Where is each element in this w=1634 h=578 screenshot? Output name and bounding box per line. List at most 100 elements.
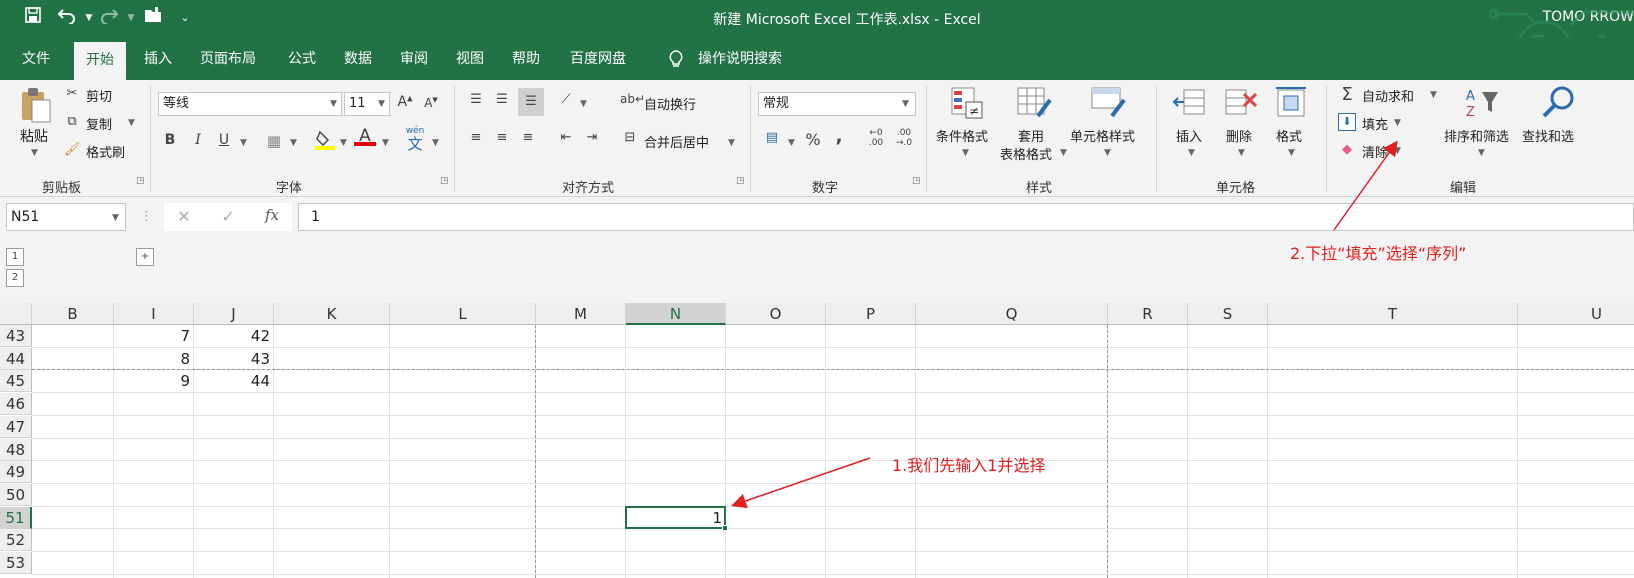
row-header-53[interactable]: 53 xyxy=(0,552,32,574)
fill-dropdown-icon[interactable]: ▼ xyxy=(1394,118,1401,128)
confirm-entry-icon[interactable]: ✓ xyxy=(218,207,238,226)
formula-input[interactable]: 1 xyxy=(298,203,1634,231)
cancel-entry-icon[interactable]: ✕ xyxy=(174,207,194,226)
accounting-format-icon[interactable]: ▤ xyxy=(762,130,782,145)
delete-cells-button[interactable]: 删除 xyxy=(1226,126,1252,145)
cell-j44[interactable]: 43 xyxy=(194,348,274,370)
orientation-dropdown-icon[interactable]: ▼ xyxy=(580,99,587,109)
column-header-u[interactable]: U xyxy=(1518,303,1634,325)
cell-i45[interactable]: 9 xyxy=(114,370,194,392)
fill-handle[interactable] xyxy=(722,525,728,532)
column-header-i[interactable]: I xyxy=(114,303,194,325)
format-cells-button[interactable]: 格式 xyxy=(1276,126,1302,145)
paste-icon[interactable] xyxy=(18,86,54,126)
font-name-dropdown-icon[interactable]: ▼ xyxy=(330,99,337,109)
cell-styles-dropdown-icon[interactable]: ▼ xyxy=(1104,148,1111,158)
autosum-button[interactable]: 自动求和 xyxy=(1362,86,1414,105)
tab-help[interactable]: 帮助 xyxy=(508,38,544,80)
formula-bar-grip-icon[interactable]: ⋮ xyxy=(140,209,153,224)
autosum-dropdown-icon[interactable]: ▼ xyxy=(1430,90,1437,100)
phonetic-dropdown-icon[interactable]: ▼ xyxy=(432,138,439,148)
outline-level-1[interactable]: 1 xyxy=(6,248,24,266)
find-select-icon[interactable] xyxy=(1540,84,1576,124)
insert-cells-button[interactable]: 插入 xyxy=(1176,126,1202,145)
eraser-icon[interactable]: ◆ xyxy=(1338,142,1356,157)
format-as-table-line2[interactable]: 表格格式 xyxy=(1000,144,1052,163)
cell-i43[interactable]: 7 xyxy=(114,325,194,347)
align-left-icon[interactable]: ≡ xyxy=(466,130,486,145)
format-cells-dropdown-icon[interactable]: ▼ xyxy=(1288,148,1295,158)
increase-decimal-icon[interactable]: ←0 .00 xyxy=(862,128,890,148)
font-size-dropdown-icon[interactable]: ▼ xyxy=(378,99,385,109)
phonetic-icon[interactable]: wén 文 xyxy=(402,126,428,152)
align-bottom-icon[interactable]: ☰ xyxy=(518,88,544,116)
cut-button[interactable]: 剪切 xyxy=(86,86,112,105)
tab-formulas[interactable]: 公式 xyxy=(284,38,320,80)
merge-center-button[interactable]: 合并后居中 xyxy=(644,132,709,151)
column-header-t[interactable]: T xyxy=(1268,303,1518,325)
insert-cells-icon[interactable] xyxy=(1172,86,1206,124)
align-top-icon[interactable]: ☰ xyxy=(466,92,486,107)
column-header-b[interactable]: B xyxy=(32,303,114,325)
merge-dropdown-icon[interactable]: ▼ xyxy=(728,138,735,148)
delete-cells-icon[interactable] xyxy=(1224,86,1258,124)
increase-indent-icon[interactable]: ⇥ xyxy=(582,130,602,145)
tab-page-layout[interactable]: 页面布局 xyxy=(196,38,260,80)
cell-styles-icon[interactable] xyxy=(1090,86,1126,124)
paste-dropdown-icon[interactable]: ▼ xyxy=(31,148,38,158)
underline-button[interactable]: U xyxy=(216,132,232,148)
tab-data[interactable]: 数据 xyxy=(340,38,376,80)
sort-filter-button[interactable]: 排序和筛选 xyxy=(1444,126,1509,145)
decrease-indent-icon[interactable]: ⇤ xyxy=(556,130,576,145)
underline-dropdown-icon[interactable]: ▼ xyxy=(240,138,247,148)
cut-icon[interactable]: ✂ xyxy=(64,86,80,101)
sort-filter-icon[interactable]: AZ xyxy=(1462,86,1502,124)
conditional-format-dropdown-icon[interactable]: ▼ xyxy=(962,148,969,158)
outline-expand-button[interactable]: + xyxy=(136,248,154,266)
clear-dropdown-icon[interactable]: ▼ xyxy=(1394,146,1401,156)
font-name-select[interactable]: 等线 xyxy=(158,92,342,116)
fill-down-icon[interactable]: ⬇ xyxy=(1338,113,1356,131)
align-right-icon[interactable]: ≡ xyxy=(518,130,538,145)
row-header-49[interactable]: 49 xyxy=(0,461,32,484)
lightbulb-icon[interactable] xyxy=(664,38,688,80)
row-header-46[interactable]: 46 xyxy=(0,393,32,416)
font-color-dropdown-icon[interactable]: ▼ xyxy=(382,138,389,148)
column-header-q[interactable]: Q xyxy=(916,303,1108,325)
worksheet-grid[interactable]: B I J K L M N O P Q R S T U 43 44 45 46 47 48 49 50 51 52 53 7 42 8… xyxy=(0,303,1634,578)
merge-center-icon[interactable]: ⊟ xyxy=(620,130,640,145)
clear-button[interactable]: 清除 xyxy=(1362,142,1388,161)
column-header-p[interactable]: P xyxy=(826,303,916,325)
conditional-format-icon[interactable]: ≠ xyxy=(950,86,984,124)
row-header-47[interactable]: 47 xyxy=(0,415,32,438)
cell-j45[interactable]: 44 xyxy=(194,370,274,392)
conditional-format-button[interactable]: 条件格式 xyxy=(936,126,988,145)
tab-home[interactable]: 开始 xyxy=(74,42,126,80)
tab-file[interactable]: 文件 xyxy=(18,38,54,80)
format-as-table-dropdown-icon[interactable]: ▼ xyxy=(1060,148,1067,158)
row-header-51[interactable]: 51 xyxy=(0,506,32,529)
column-header-o[interactable]: O xyxy=(726,303,826,325)
fill-color-icon[interactable] xyxy=(314,128,336,154)
autosum-icon[interactable]: Σ xyxy=(1338,84,1356,105)
find-select-button[interactable]: 查找和选 xyxy=(1522,126,1574,145)
sort-filter-dropdown-icon[interactable]: ▼ xyxy=(1478,148,1485,158)
increase-font-icon[interactable]: A▲ xyxy=(396,94,414,110)
row-header-44[interactable]: 44 xyxy=(0,347,32,370)
tab-baidu-netdisk[interactable]: 百度网盘 xyxy=(566,38,630,80)
row-header-43[interactable]: 43 xyxy=(0,325,32,347)
name-box-dropdown-icon[interactable]: ▼ xyxy=(112,213,119,223)
column-header-n[interactable]: N xyxy=(626,303,726,325)
format-painter-icon[interactable]: 🖌 xyxy=(64,142,81,157)
format-as-table-icon[interactable] xyxy=(1016,86,1052,124)
wrap-text-button[interactable]: 自动换行 xyxy=(644,94,696,113)
clipboard-launcher-icon[interactable]: ◳ xyxy=(136,176,145,186)
delete-cells-dropdown-icon[interactable]: ▼ xyxy=(1238,148,1245,158)
name-box[interactable]: N51 xyxy=(6,203,126,231)
format-as-table-line1[interactable]: 套用 xyxy=(1018,126,1044,145)
column-header-j[interactable]: J xyxy=(194,303,274,325)
decrease-decimal-icon[interactable]: .00 →.0 xyxy=(890,128,918,148)
cell-j43[interactable]: 42 xyxy=(194,325,274,347)
row-header-52[interactable]: 52 xyxy=(0,529,32,552)
copy-button[interactable]: 复制 xyxy=(86,114,112,133)
